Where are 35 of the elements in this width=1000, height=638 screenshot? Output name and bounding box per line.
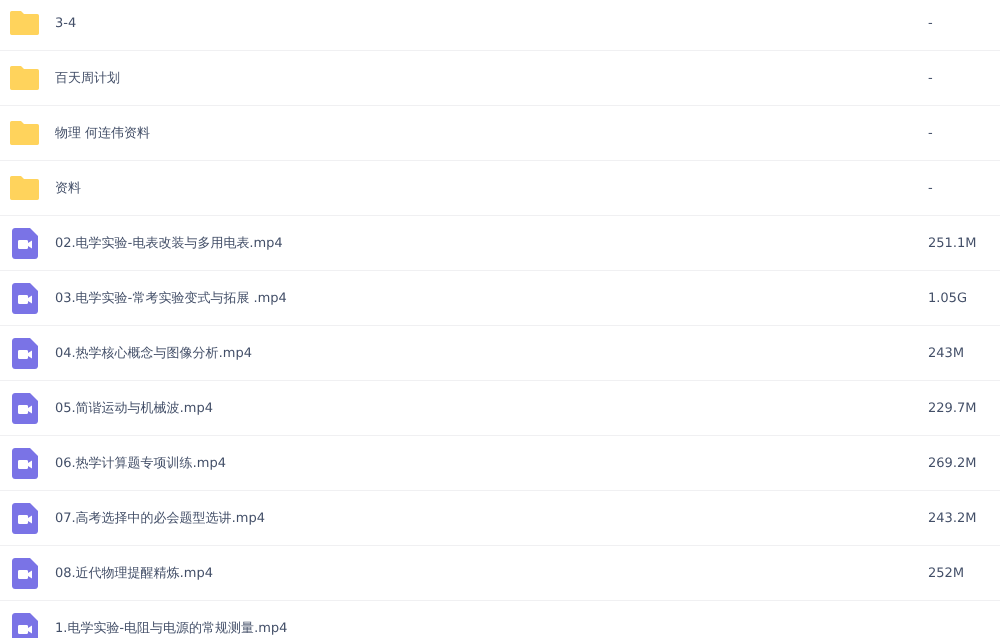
video-file-icon xyxy=(12,558,38,588)
file-size: - xyxy=(928,70,934,86)
file-name[interactable]: 百天周计划 xyxy=(55,69,928,87)
video-file-icon xyxy=(12,448,38,478)
file-name[interactable]: 1.电学实验-电阻与电源的常规测量.mp4 xyxy=(55,619,928,637)
file-name[interactable]: 3-4 xyxy=(55,16,928,30)
file-name[interactable]: 07.高考选择中的必会题型选讲.mp4 xyxy=(55,509,928,527)
file-name[interactable]: 03.电学实验-常考实验变式与拓展 .mp4 xyxy=(55,289,928,307)
video-file-icon xyxy=(12,338,38,368)
video-file-icon xyxy=(12,502,38,534)
file-size: 229.7M xyxy=(928,400,978,416)
folder-icon xyxy=(9,10,40,36)
file-name[interactable]: 04.热学核心概念与图像分析.mp4 xyxy=(55,344,928,362)
file-size: - xyxy=(928,16,934,30)
file-name[interactable]: 02.电学实验-电表改装与多用电表.mp4 xyxy=(55,234,928,252)
file-size: 251.1M xyxy=(928,236,978,250)
video-file-icon xyxy=(12,392,38,424)
folder-icon xyxy=(9,175,40,201)
file-size: 1.05G xyxy=(928,290,968,306)
video-file-icon xyxy=(12,282,38,314)
file-size: 269.2M xyxy=(928,456,978,470)
video-file-icon xyxy=(12,612,38,638)
folder-icon xyxy=(9,65,40,91)
file-name[interactable]: 资料 xyxy=(55,179,928,197)
file-name[interactable]: 物理 何连伟资料 xyxy=(55,124,928,142)
file-size: 243.2M xyxy=(928,510,978,526)
file-name[interactable]: 05.简谐运动与机械波.mp4 xyxy=(55,399,928,417)
file-name[interactable]: 08.近代物理提醒精炼.mp4 xyxy=(55,564,928,582)
video-file-icon xyxy=(12,228,38,258)
file-size: 243M xyxy=(928,346,966,360)
file-name[interactable]: 06.热学计算题专项训练.mp4 xyxy=(55,454,928,472)
folder-icon xyxy=(9,120,40,146)
file-size: - xyxy=(928,126,934,140)
file-size: 252M xyxy=(928,566,966,580)
file-size: - xyxy=(928,180,934,196)
